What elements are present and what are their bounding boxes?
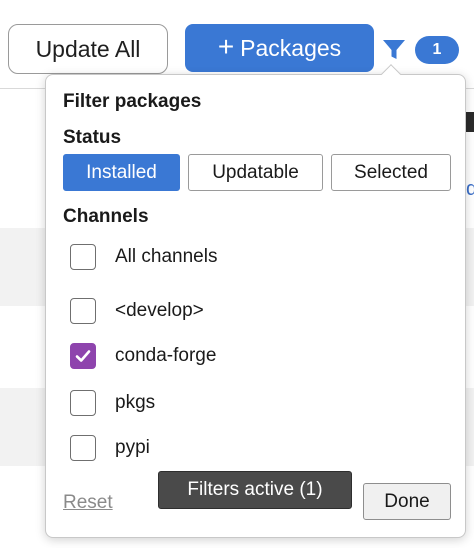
status-installed-button[interactable]: Installed	[63, 154, 180, 191]
status-updatable-label: Updatable	[212, 161, 299, 183]
channel-label: conda-forge	[115, 345, 217, 366]
filter-packages-popover: Filter packages Status Installed Updatab…	[45, 74, 466, 538]
status-updatable-button[interactable]: Updatable	[188, 154, 323, 191]
reset-link[interactable]: Reset	[63, 492, 113, 514]
background-link-fragment: d	[466, 178, 474, 200]
channel-option-pkgs[interactable]: pkgs	[70, 390, 155, 416]
tooltip-text: Filters active (1)	[187, 479, 323, 500]
add-packages-button[interactable]: + Packages	[185, 24, 374, 72]
funnel-icon	[381, 37, 407, 63]
channel-option-all[interactable]: All channels	[70, 244, 217, 270]
done-button[interactable]: Done	[363, 483, 451, 520]
update-all-button[interactable]: Update All	[8, 24, 168, 74]
channels-heading: Channels	[63, 206, 149, 227]
status-filter-group: Installed Updatable Selected	[63, 154, 451, 191]
status-selected-button[interactable]: Selected	[331, 154, 451, 191]
done-label: Done	[384, 490, 430, 512]
channel-checkbox[interactable]	[70, 390, 96, 416]
channel-label: All channels	[115, 246, 218, 267]
filters-active-tooltip: Filters active (1)	[158, 471, 352, 509]
channel-label: <develop>	[115, 300, 204, 321]
channel-option-conda-forge[interactable]: conda-forge	[70, 343, 216, 369]
filter-toggle[interactable]: 1	[381, 35, 463, 65]
update-all-label: Update All	[35, 35, 141, 62]
popover-title: Filter packages	[63, 91, 202, 112]
channel-checkbox[interactable]	[70, 298, 96, 324]
channel-label: pypi	[115, 437, 150, 458]
channel-checkbox[interactable]	[70, 435, 96, 461]
status-installed-label: Installed	[86, 161, 157, 183]
channel-checkbox[interactable]	[70, 343, 96, 369]
checkmark-icon	[75, 350, 91, 362]
status-heading: Status	[63, 127, 122, 148]
channel-option-pypi[interactable]: pypi	[70, 435, 150, 461]
channel-label: pkgs	[115, 392, 156, 413]
channel-checkbox[interactable]	[70, 244, 96, 270]
status-selected-label: Selected	[354, 161, 428, 183]
filter-count-badge: 1	[415, 36, 459, 64]
add-packages-label: Packages	[240, 34, 342, 61]
channel-option-develop[interactable]: <develop>	[70, 298, 204, 324]
plus-icon: +	[217, 31, 235, 62]
